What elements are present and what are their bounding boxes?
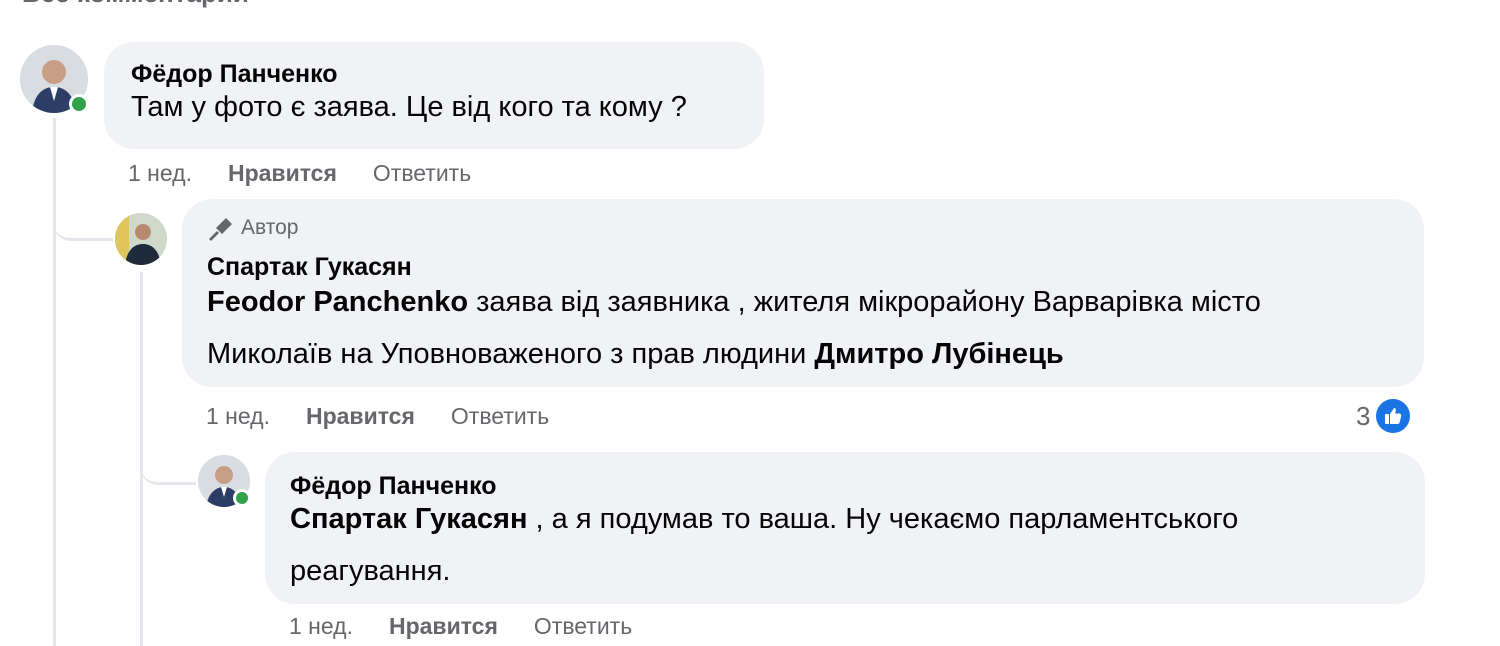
comment-text: Спартак Гукасян , а я подумав то ваша. Н… — [290, 493, 1380, 597]
comment-actions: 1 нед. Нравится Ответить — [128, 160, 507, 187]
comment-time[interactable]: 1 нед. — [206, 403, 270, 430]
thumbs-up-icon — [1374, 397, 1413, 435]
reaction-summary[interactable]: 3 — [1356, 397, 1413, 435]
mention-link[interactable]: Спартак Гукасян — [290, 503, 528, 535]
thread-line — [53, 118, 56, 646]
comment-actions: 1 нед. Нравится Ответить — [289, 613, 668, 640]
like-button[interactable]: Нравится — [306, 403, 415, 430]
comment-time[interactable]: 1 нед. — [128, 160, 192, 187]
reaction-count: 3 — [1356, 400, 1371, 431]
online-status-icon — [233, 489, 251, 507]
thread-connector-nested — [140, 440, 196, 485]
avatar[interactable] — [115, 213, 167, 265]
microphone-icon — [209, 218, 232, 241]
author-badge-label: Автор — [241, 216, 299, 239]
comment-bubble: Фёдор Панченко Спартак Гукасян , а я под… — [265, 452, 1425, 604]
comment-text: Там у фото є заява. Це від кого та кому … — [131, 91, 687, 123]
thread-connector — [53, 200, 113, 241]
all-comments-filter[interactable]: Все комментарии ⌄ — [22, 0, 278, 9]
chevron-down-icon: ⌄ — [263, 0, 278, 5]
comment-actions: 1 нед. Нравится Ответить — [206, 403, 585, 430]
like-button[interactable]: Нравится — [228, 160, 337, 187]
comment-bubble: Фёдор Панченко Там у фото є заява. Це ві… — [104, 42, 764, 149]
like-button[interactable]: Нравится — [389, 613, 498, 640]
online-status-icon — [69, 94, 89, 114]
author-badge: Автор — [207, 215, 1424, 241]
reply-button[interactable]: Ответить — [373, 160, 471, 187]
mention-link[interactable]: Feodor Panchenko — [207, 286, 468, 318]
profile-photo-icon — [115, 213, 167, 265]
reply-button[interactable]: Ответить — [451, 403, 549, 430]
comment-bubble: Автор Спартак Гукасян Feodor Panchenko з… — [182, 199, 1424, 387]
filter-label: Все комментарии — [22, 0, 249, 8]
comment-time[interactable]: 1 нед. — [289, 613, 353, 640]
reply-button[interactable]: Ответить — [534, 613, 632, 640]
comment-text: Feodor Panchenko заява від заявника , жи… — [207, 276, 1387, 380]
mention-link[interactable]: Дмитро Лубінець — [814, 338, 1063, 370]
